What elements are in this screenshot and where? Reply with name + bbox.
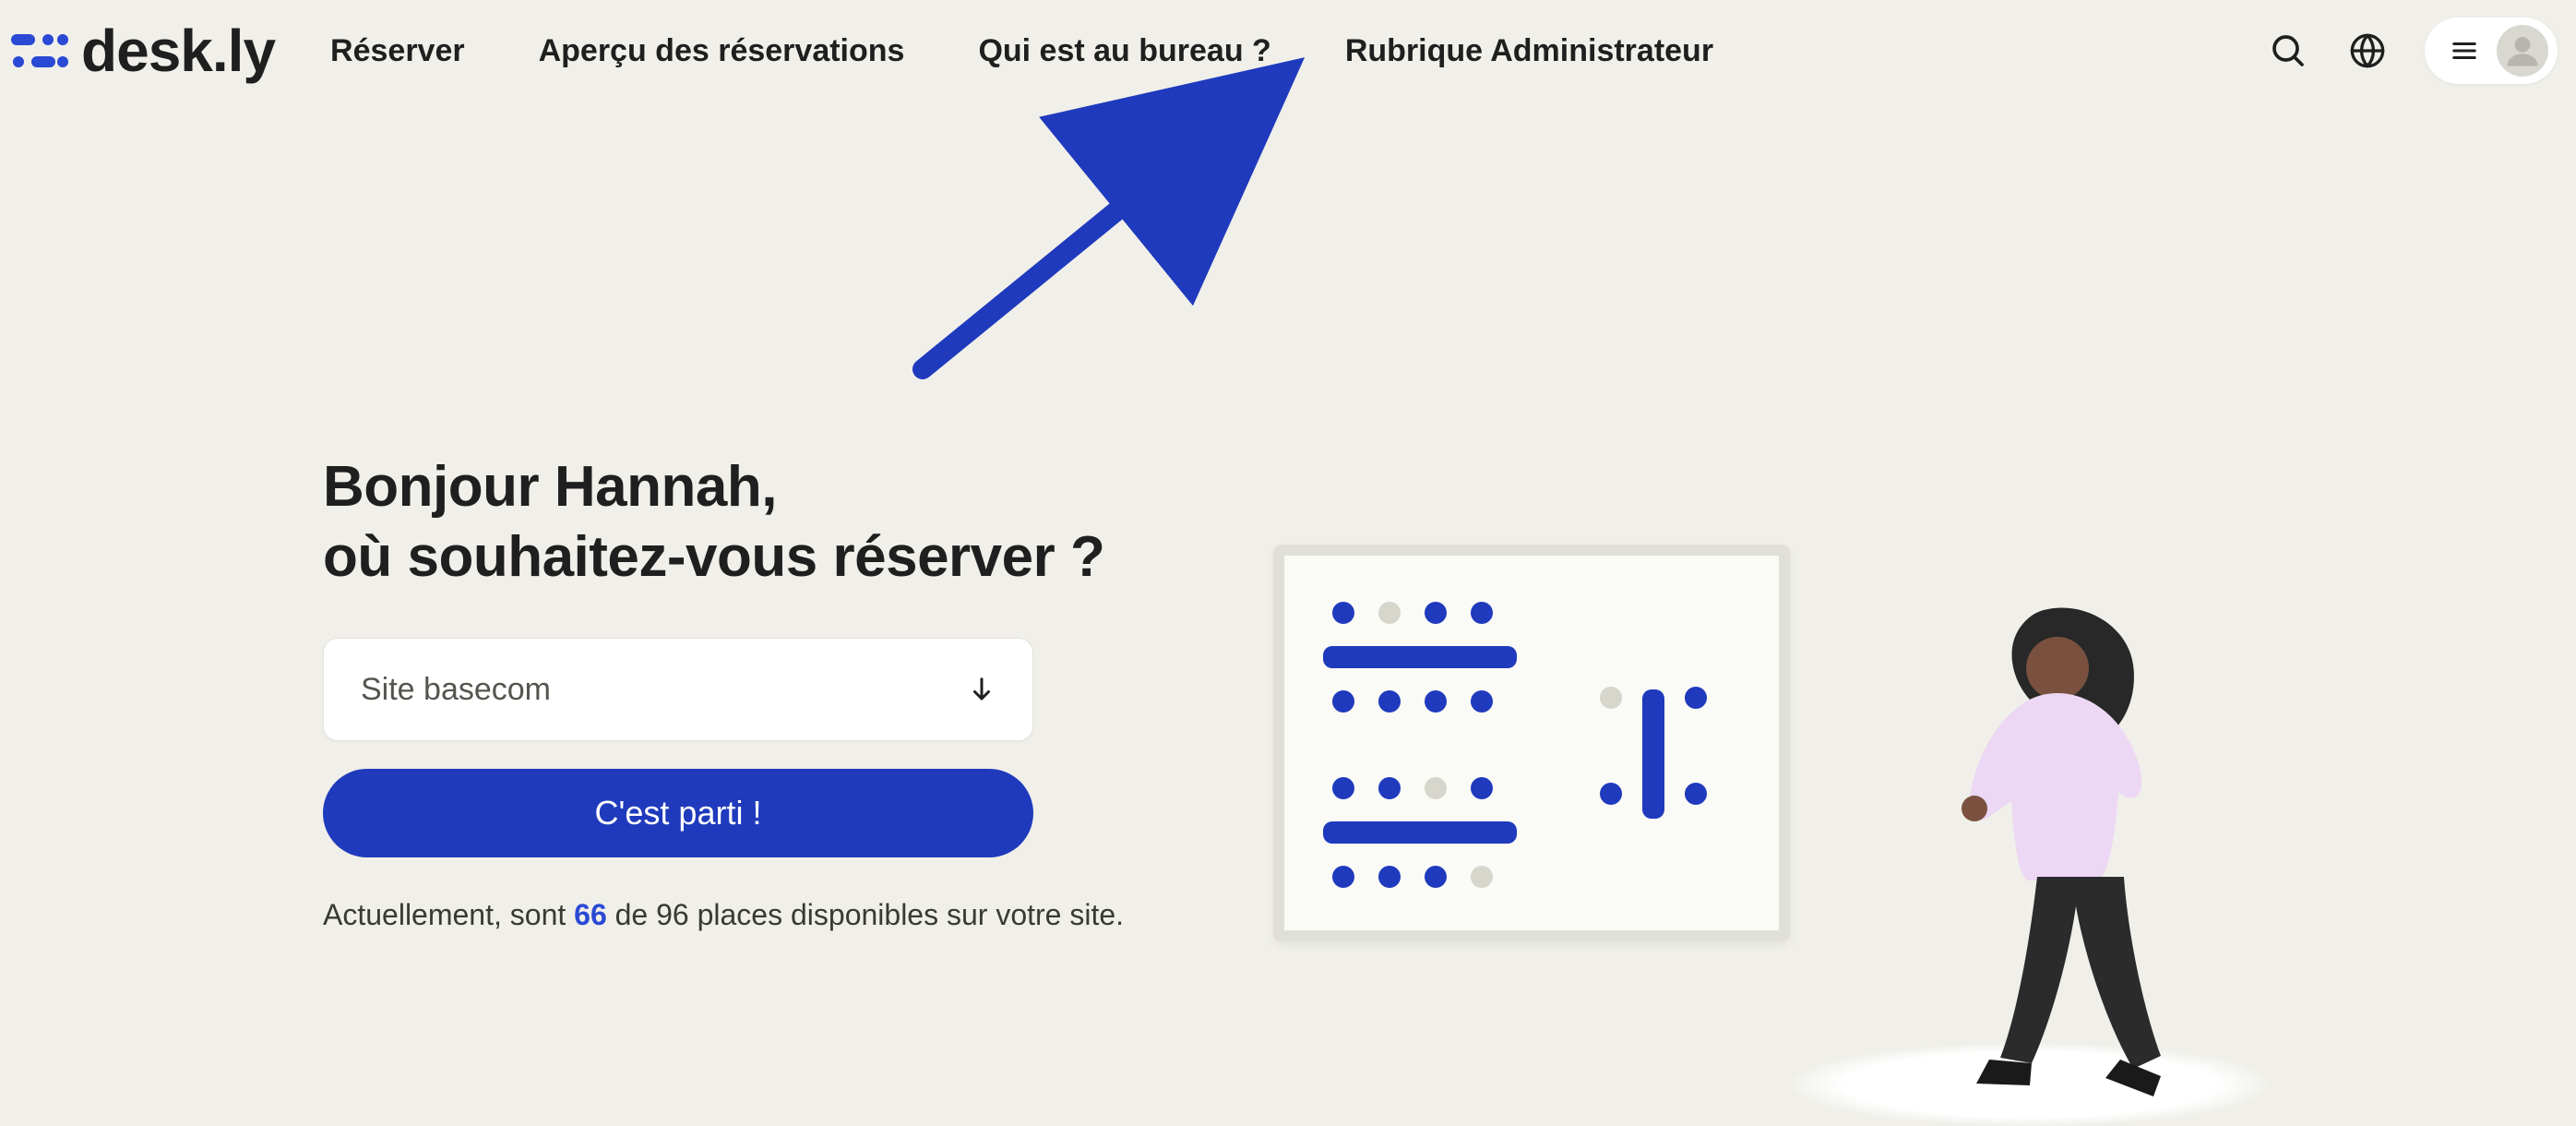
hamburger-icon [2449,37,2480,65]
arrow-down-icon [968,676,996,703]
language-button[interactable] [2345,29,2390,73]
globe-icon [2349,32,2386,69]
site-select-value: Site basecom [361,672,551,708]
primary-nav: Réserver Aperçu des réservations Qui est… [330,33,1713,69]
search-icon [2270,32,2307,69]
greeting-line2: où souhaitez-vous réserver ? [323,525,1104,589]
brand-logo[interactable]: desk.ly [11,17,275,85]
search-button[interactable] [2266,29,2310,73]
greeting-line1: Bonjour Hannah, [323,455,777,519]
profile-menu[interactable] [2425,18,2558,84]
nav-admin[interactable]: Rubrique Administrateur [1345,33,1713,69]
availability-status: Actuellement, sont 66 de 96 places dispo… [323,898,2576,932]
main-content: Bonjour Hannah, où souhaitez-vous réserv… [0,102,2576,932]
avatar [2497,25,2548,77]
go-button[interactable]: C'est parti ! [323,769,1033,857]
available-count: 66 [574,898,607,931]
floorplan-icon [1273,545,1790,941]
app-header: desk.ly Réserver Aperçu des réservations… [0,0,2576,102]
nav-reserve[interactable]: Réserver [330,33,465,69]
header-actions [2266,18,2558,84]
nav-who[interactable]: Qui est au bureau ? [978,33,1270,69]
nav-overview[interactable]: Aperçu des réservations [539,33,905,69]
hero-illustration [1273,526,2242,1117]
brand-mark-icon [11,29,70,73]
greeting-heading: Bonjour Hannah, où souhaitez-vous réserv… [323,452,2576,592]
site-select[interactable]: Site basecom [323,638,1033,741]
brand-name: desk.ly [81,17,275,85]
person-icon [2504,32,2541,69]
walking-person-icon [1938,600,2177,1098]
